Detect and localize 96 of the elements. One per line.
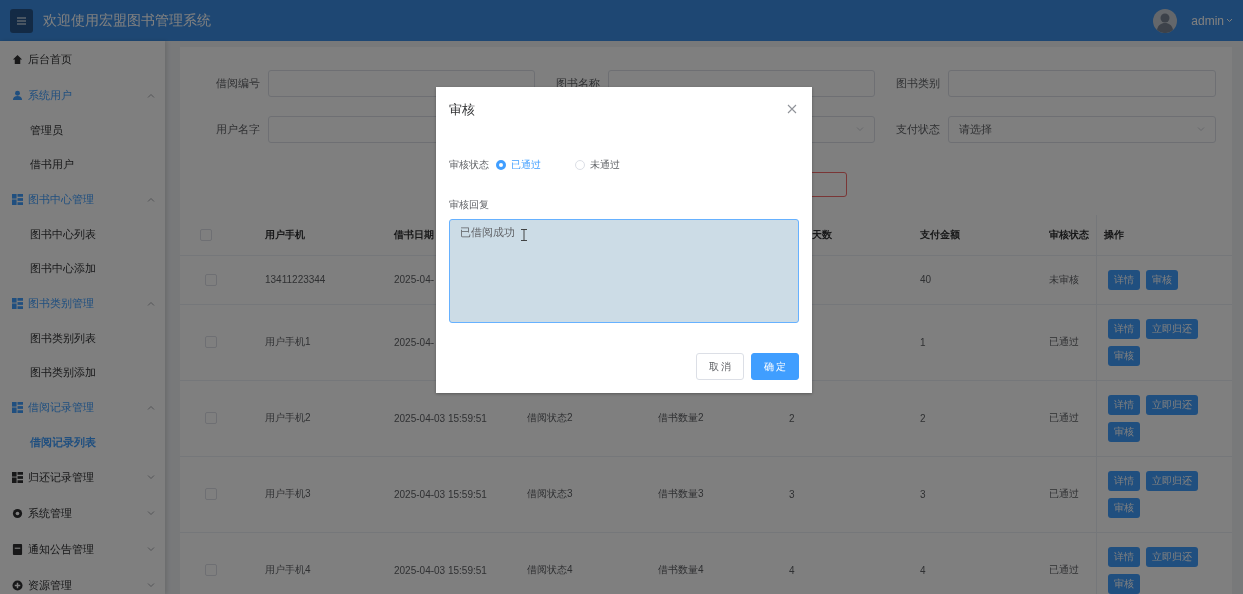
sidebar-item[interactable]: 通知公告管理 bbox=[0, 531, 165, 567]
table-cell: 2025-04-03 15:59:51 bbox=[394, 564, 487, 576]
column-header: 审核状态 bbox=[1049, 228, 1089, 240]
avatar-icon[interactable] bbox=[1153, 8, 1178, 33]
table-cell: 已通过 bbox=[1049, 412, 1079, 423]
field-label: 借阅编号 bbox=[215, 76, 261, 91]
table-cell: 13411223344 bbox=[265, 274, 326, 285]
table-cell: 已通过 bbox=[1049, 336, 1079, 347]
caret-icon bbox=[1226, 18, 1233, 23]
home-icon bbox=[12, 53, 23, 65]
sidebar-item[interactable]: 系统用户 bbox=[0, 77, 165, 113]
table-cell: 未审核 bbox=[1049, 273, 1079, 285]
table-cell: 2025-04- bbox=[394, 336, 435, 348]
close-button[interactable] bbox=[787, 104, 799, 116]
sidebar-item[interactable]: 资源管理 bbox=[0, 567, 165, 594]
action-button[interactable]: 详情 bbox=[1107, 318, 1140, 339]
action-button[interactable]: 立即归还 bbox=[1145, 318, 1198, 339]
column-header: 天数 bbox=[812, 228, 832, 240]
action-button[interactable]: 详情 bbox=[1107, 394, 1140, 415]
sidebar-item[interactable]: 图书中心管理 bbox=[0, 181, 165, 217]
table-cell: 借书数量2 bbox=[658, 412, 704, 423]
table-cell: 已通过 bbox=[1049, 488, 1079, 499]
cancel-button[interactable]: 取 消 bbox=[696, 353, 744, 380]
action-button[interactable]: 立即归还 bbox=[1145, 394, 1198, 415]
sidebar-item[interactable]: 图书类别管理 bbox=[0, 285, 165, 321]
field-label: 审核回复 bbox=[449, 198, 490, 212]
table-cell: 2025-04-03 15:59:51 bbox=[394, 488, 487, 500]
grid-icon bbox=[12, 471, 23, 483]
action-button[interactable]: 立即归还 bbox=[1145, 470, 1198, 491]
table-cell: 用户手机1 bbox=[265, 336, 311, 347]
table-cell: 4 bbox=[789, 564, 795, 576]
action-button[interactable]: 详情 bbox=[1107, 269, 1140, 290]
sidebar-subitem[interactable]: 图书类别添加 bbox=[0, 355, 165, 389]
field-label: 图书类别 bbox=[895, 76, 941, 91]
table-cell: 已通过 bbox=[1049, 564, 1079, 575]
table-cell: 2025-04-03 15:59:51 bbox=[394, 412, 487, 424]
table-cell: 用户手机3 bbox=[265, 488, 311, 499]
select-field[interactable]: 请选择 bbox=[948, 116, 1216, 143]
action-button[interactable]: 立即归还 bbox=[1145, 546, 1198, 567]
user-icon bbox=[12, 89, 23, 101]
confirm-button[interactable]: 确 定 bbox=[751, 353, 799, 380]
action-button[interactable]: 审核 bbox=[1107, 345, 1140, 366]
sidebar-subitem[interactable]: 借阅记录列表 bbox=[0, 425, 165, 459]
table-cell: 借阅状态2 bbox=[527, 412, 573, 423]
sidebar-item[interactable]: 归还记录管理 bbox=[0, 459, 165, 495]
close-icon bbox=[787, 104, 797, 114]
grid-icon bbox=[12, 297, 23, 309]
field-label: 用户名字 bbox=[215, 122, 261, 137]
grid-icon bbox=[12, 193, 23, 205]
field-label: 支付状态 bbox=[895, 122, 941, 137]
sidebar-subitem[interactable]: 图书类别列表 bbox=[0, 321, 165, 355]
action-button[interactable]: 审核 bbox=[1107, 421, 1140, 442]
field-label: 审核状态 bbox=[449, 158, 489, 172]
table-cell: 用户手机4 bbox=[265, 564, 311, 575]
action-button[interactable]: 详情 bbox=[1107, 546, 1140, 567]
sidebar-item[interactable]: 借阅记录管理 bbox=[0, 389, 165, 425]
sidebar-subitem[interactable]: 管理员 bbox=[0, 113, 165, 147]
table-cell: 1 bbox=[920, 336, 926, 348]
table-cell: 2025-04- bbox=[394, 274, 435, 285]
plus-circle-icon bbox=[12, 579, 23, 591]
column-header: 借书日期 bbox=[394, 228, 434, 240]
radio-option[interactable]: 未通过 bbox=[575, 158, 620, 172]
table-cell: 2 bbox=[789, 412, 795, 424]
table-cell: 借阅状态4 bbox=[527, 564, 573, 575]
sidebar-subitem[interactable]: 图书中心列表 bbox=[0, 217, 165, 251]
table-cell: 借书数量4 bbox=[658, 564, 704, 575]
radio-option[interactable]: 已通过 bbox=[496, 158, 541, 172]
table-cell: 借阅状态3 bbox=[527, 488, 573, 499]
sidebar-item[interactable]: 系统管理 bbox=[0, 495, 165, 531]
table-cell: 3 bbox=[920, 488, 926, 500]
sidebar-item[interactable]: 后台首页 bbox=[0, 41, 165, 77]
action-button[interactable]: 详情 bbox=[1107, 470, 1140, 491]
action-button[interactable]: 审核 bbox=[1107, 573, 1140, 594]
action-button[interactable]: 审核 bbox=[1145, 269, 1178, 290]
table-cell: 3 bbox=[789, 488, 795, 500]
dialog-title: 审核 bbox=[449, 101, 475, 119]
text-cursor-icon bbox=[521, 229, 527, 241]
gear-icon bbox=[12, 507, 23, 519]
menu-button[interactable] bbox=[10, 8, 33, 33]
menu-icon bbox=[17, 16, 26, 25]
document-icon bbox=[12, 543, 23, 555]
reply-textarea[interactable]: 已借阅成功 bbox=[449, 219, 799, 323]
table-cell: 4 bbox=[920, 564, 926, 576]
column-header: 支付金额 bbox=[920, 228, 960, 240]
action-button[interactable]: 审核 bbox=[1107, 497, 1140, 518]
sidebar-subitem[interactable]: 图书中心添加 bbox=[0, 251, 165, 285]
grid-icon bbox=[12, 401, 23, 413]
user-menu[interactable]: admin bbox=[1191, 13, 1233, 28]
table-cell: 借书数量3 bbox=[658, 488, 704, 499]
column-header: 用户手机 bbox=[265, 228, 305, 240]
column-header: 操作 bbox=[1103, 228, 1124, 240]
sidebar-subitem[interactable]: 借书用户 bbox=[0, 147, 165, 181]
table-cell: 2 bbox=[920, 412, 926, 424]
table-cell: 40 bbox=[920, 274, 932, 285]
table-cell: 用户手机2 bbox=[265, 412, 311, 423]
app-title: 欢迎使用宏盟图书管理系统 bbox=[43, 11, 212, 30]
